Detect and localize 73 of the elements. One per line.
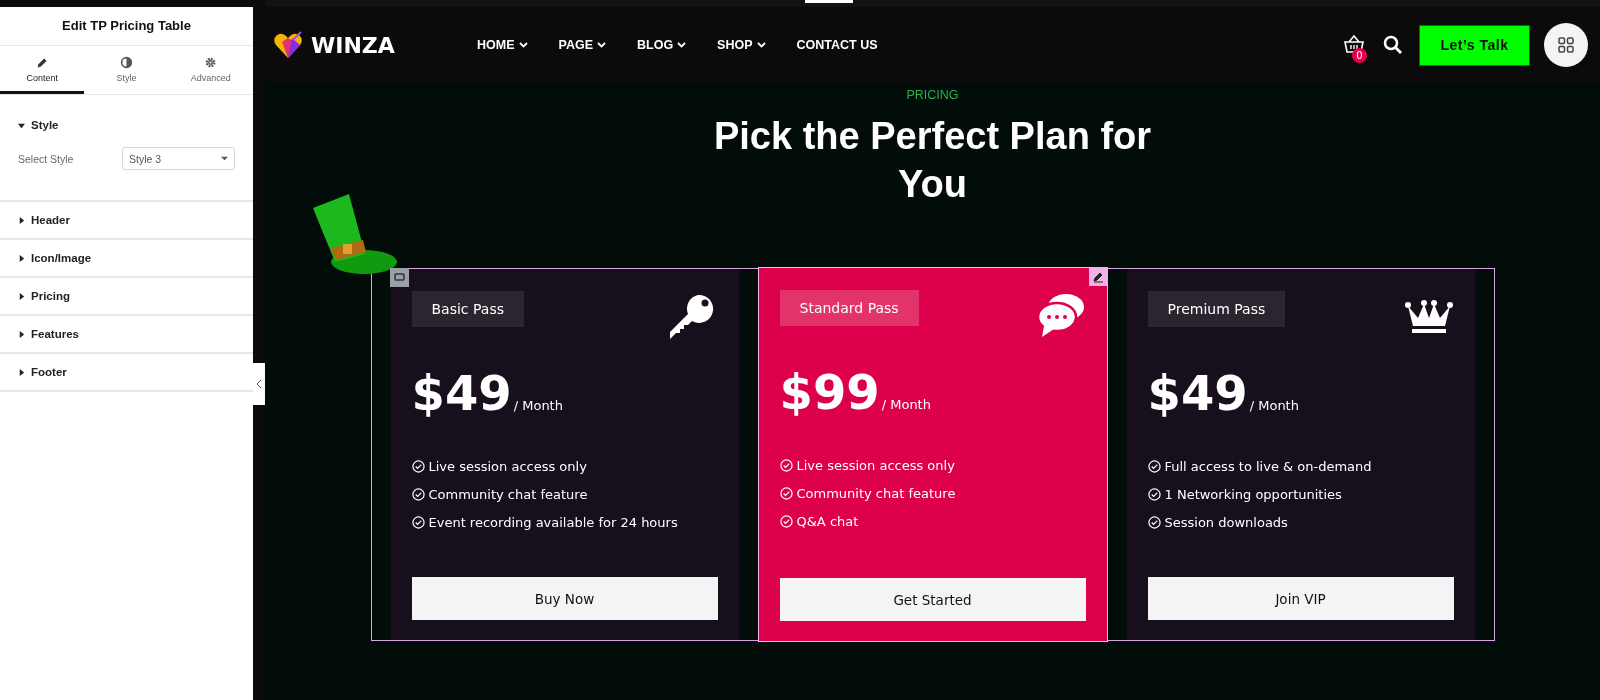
- price-period: / Month: [513, 398, 563, 413]
- style-select[interactable]: Style 3: [122, 147, 235, 170]
- chevron-down-icon: [677, 42, 687, 48]
- plan-feature: Session downloads: [1164, 515, 1288, 530]
- check-circle-icon: [411, 488, 425, 501]
- section-header[interactable]: Icon/Image: [18, 252, 92, 264]
- plan-feature: Q&A chat: [796, 514, 859, 529]
- chevron-down-icon: [518, 42, 528, 48]
- nav-link[interactable]: PAGE: [558, 38, 606, 52]
- caret-icon: [18, 292, 25, 300]
- plan-button[interactable]: Get Started: [779, 578, 1086, 621]
- plan-name: Premium Pass: [1147, 291, 1286, 327]
- panel-tab[interactable]: Content: [0, 46, 85, 94]
- section-header[interactable]: Features: [18, 328, 79, 340]
- plan-feature: Community chat feature: [796, 486, 956, 501]
- section-header[interactable]: Pricing: [18, 290, 70, 302]
- check-circle-icon: [411, 460, 425, 473]
- nav-link[interactable]: CONTACT US: [796, 38, 878, 52]
- check-circle-icon: [1147, 488, 1161, 501]
- plan-name: Basic Pass: [411, 291, 524, 327]
- contrast-icon: [120, 56, 133, 69]
- check-circle-icon: [779, 487, 793, 500]
- caret-icon: [18, 330, 25, 338]
- plan-feature: Live session access only: [428, 459, 587, 474]
- plan-button[interactable]: Buy Now: [411, 577, 718, 620]
- check-circle-icon: [779, 515, 793, 528]
- plan-price: $49: [411, 365, 512, 421]
- menu-button[interactable]: [1544, 23, 1588, 67]
- settings-icon: [204, 56, 218, 69]
- caret-icon: [18, 368, 25, 376]
- plan-button[interactable]: Join VIP: [1147, 577, 1454, 620]
- logo-icon: [273, 30, 303, 60]
- chevron-left-icon: [256, 380, 262, 388]
- panel-tab[interactable]: Advanced: [168, 46, 253, 94]
- plan-name: Standard Pass: [779, 290, 919, 326]
- pencil-icon: [35, 56, 49, 69]
- field-label: Select Style: [18, 152, 74, 165]
- nav-link[interactable]: BLOG: [637, 38, 687, 52]
- section-header[interactable]: Header: [18, 214, 70, 226]
- check-circle-icon: [1147, 460, 1161, 473]
- edit-handle-icon[interactable]: [389, 268, 409, 287]
- plan-feature: Event recording available for 24 hours: [428, 515, 678, 530]
- plan-feature: Full access to live & on-demand: [1164, 459, 1372, 474]
- nav-link[interactable]: HOME: [477, 38, 528, 52]
- check-circle-icon: [779, 459, 793, 472]
- price-period: / Month: [1249, 398, 1299, 413]
- check-circle-icon: [1147, 516, 1161, 529]
- plan-price: $49: [1147, 365, 1248, 421]
- chevron-down-icon: [756, 42, 766, 48]
- panel-title: Edit TP Pricing Table: [0, 7, 253, 46]
- section-header[interactable]: Footer: [18, 366, 67, 378]
- caret-icon: [221, 155, 228, 162]
- lets-talk-button[interactable]: Let’s Talk: [1419, 24, 1530, 66]
- section-header[interactable]: Style: [18, 119, 59, 131]
- search-icon[interactable]: [1383, 35, 1403, 55]
- section-heading: Pick the Perfect Plan for You: [712, 114, 1153, 207]
- panel-tab[interactable]: Style: [84, 46, 169, 94]
- check-circle-icon: [411, 516, 425, 529]
- caret-icon: [18, 121, 25, 129]
- grid-icon: [1558, 37, 1574, 53]
- caret-icon: [18, 254, 25, 262]
- plan-price: $99: [779, 364, 880, 420]
- nav-link[interactable]: SHOP: [717, 38, 766, 52]
- chevron-down-icon: [597, 42, 606, 48]
- plan-feature: 1 Networking opportunities: [1164, 487, 1342, 502]
- plan-feature: Live session access only: [796, 458, 955, 473]
- cart-count-badge: 0: [1352, 48, 1367, 63]
- caret-icon: [18, 216, 25, 224]
- logo-text: WINZA: [311, 32, 395, 58]
- pencil-icon[interactable]: [1088, 267, 1108, 286]
- plan-feature: Community chat feature: [428, 487, 588, 502]
- price-period: / Month: [881, 397, 931, 412]
- section-eyebrow: PRICING: [906, 88, 959, 102]
